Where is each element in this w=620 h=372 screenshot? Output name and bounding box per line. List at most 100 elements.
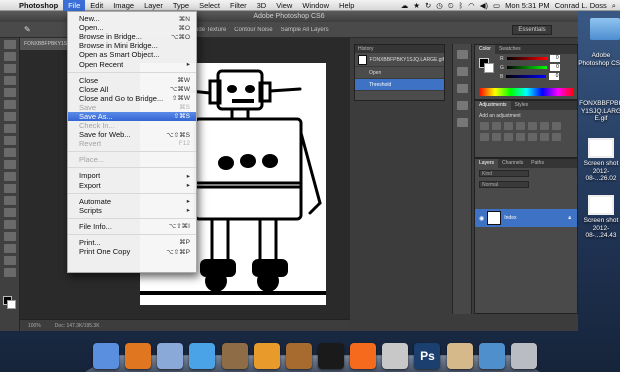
volume-icon[interactable]: ◀)	[480, 0, 488, 11]
background-color-swatch[interactable]	[7, 300, 16, 309]
magnifier-icon[interactable]: ⌕	[612, 0, 616, 11]
workspace-switcher[interactable]: Essentials	[512, 25, 552, 35]
gradient-tool-icon[interactable]	[3, 172, 16, 181]
cloud-icon[interactable]: ☁	[401, 0, 409, 11]
eye-icon[interactable]: ◉	[479, 215, 484, 222]
menubar-clock[interactable]: Mon 5:31 PM	[505, 0, 550, 11]
time-machine-icon[interactable]: ◷	[436, 0, 443, 11]
photo-filter-icon[interactable]	[492, 133, 501, 141]
menu-edit[interactable]: Edit	[85, 0, 108, 11]
file-menu-item[interactable]: Print One Copy ⌥⇧⌘P	[68, 247, 196, 256]
history-panel-title[interactable]: History	[355, 45, 444, 53]
threshold-icon[interactable]	[552, 133, 561, 141]
file-menu-item[interactable]: Close and Go to Bridge... ⇧⌘W	[68, 94, 196, 103]
battery-icon[interactable]: ▭	[493, 0, 500, 11]
brush-tool-icon[interactable]: ✎	[24, 25, 31, 34]
brightness-icon[interactable]	[480, 122, 489, 130]
file-menu-item[interactable]: Close ⌘W	[68, 76, 196, 85]
file-menu-item[interactable]: Scripts ▸	[68, 206, 196, 215]
file-menu-item[interactable]: Save As... ⇧⌘S	[68, 111, 196, 122]
tab-swatches[interactable]: Swatches	[495, 45, 525, 54]
trash-icon[interactable]	[510, 343, 537, 369]
menu-view[interactable]: View	[271, 0, 297, 11]
path-select-tool-icon[interactable]	[3, 232, 16, 241]
menu-select[interactable]: Select	[194, 0, 225, 11]
black-white-icon[interactable]	[480, 133, 489, 141]
color-spectrum[interactable]	[479, 88, 574, 96]
history-step-threshold[interactable]: Threshold	[355, 79, 444, 91]
menu-filter[interactable]: Filter	[225, 0, 252, 11]
blur-tool-icon[interactable]	[3, 184, 16, 193]
file-menu-item[interactable]: File Info... ⌥⇧⌘I	[68, 222, 196, 231]
menu-file[interactable]: File	[63, 0, 86, 11]
option-sample-all-layers[interactable]: Sample All Layers	[281, 27, 329, 33]
bluetooth-icon[interactable]: ᛒ	[459, 0, 464, 11]
file-menu-item[interactable]: New... ⌘N	[68, 14, 196, 23]
desktop-screenshot-2[interactable]: Screen shot 2012-08-...24.43	[578, 195, 620, 240]
app-menu-photoshop[interactable]: Photoshop	[14, 0, 63, 11]
tab-color[interactable]: Color	[475, 45, 495, 54]
red-slider[interactable]	[506, 57, 547, 60]
hand-tool-icon[interactable]	[3, 256, 16, 265]
blue-slider[interactable]	[506, 75, 547, 78]
character-icon[interactable]	[456, 67, 468, 76]
file-menu-item[interactable]: Open Recent ▸	[68, 59, 196, 69]
clone-stamp-tool-icon[interactable]	[3, 136, 16, 145]
history-brush-tool-icon[interactable]	[3, 148, 16, 157]
garageband-guitar-icon[interactable]	[285, 343, 312, 369]
file-menu-item[interactable]: Browse in Bridge... ⌥⌘O	[68, 32, 196, 41]
color-panel-background-swatch[interactable]	[484, 63, 494, 73]
color-balance-icon[interactable]	[552, 122, 561, 130]
desktop-screenshot-1[interactable]: Screen shot 2012-08-...26.02	[578, 138, 620, 183]
marquee-tool-icon[interactable]	[3, 52, 16, 61]
properties-icon[interactable]	[456, 118, 468, 127]
vibrance-icon[interactable]	[528, 122, 537, 130]
document-size[interactable]: Doc: 147.3K/195.3K	[55, 323, 100, 329]
brush-tool-icon[interactable]	[3, 124, 16, 133]
refresh-icon[interactable]: ↻	[425, 0, 431, 11]
zoom-tool-icon[interactable]	[3, 268, 16, 277]
file-menu-item[interactable]: Print... ⌘P	[68, 238, 196, 247]
tab-adjustments[interactable]: Adjustments	[475, 101, 511, 110]
tab-paths[interactable]: Paths	[527, 159, 548, 168]
menubar-user[interactable]: Conrad L. Doss	[555, 0, 607, 11]
info-icon[interactable]	[456, 101, 468, 110]
red-value[interactable]: 0	[549, 55, 560, 62]
type-tool-icon[interactable]	[3, 220, 16, 229]
menu-window[interactable]: Window	[297, 0, 334, 11]
crop-tool-icon[interactable]	[3, 88, 16, 97]
finder-icon[interactable]	[93, 343, 119, 369]
preview-icon[interactable]	[446, 343, 473, 369]
tab-layers[interactable]: Layers	[475, 159, 499, 168]
channel-mixer-icon[interactable]	[504, 133, 513, 141]
move-tool-icon[interactable]	[3, 40, 16, 49]
file-menu-item[interactable]: Browse in Mini Bridge...	[68, 41, 196, 50]
file-menu-item[interactable]: Save for Web... ⌥⇧⌘S	[68, 130, 196, 139]
mail-stamp-icon[interactable]	[157, 343, 184, 369]
file-menu-item[interactable]: Automate ▸	[68, 197, 196, 206]
star-icon[interactable]: ★	[413, 0, 420, 11]
script-editor-icon[interactable]	[382, 343, 409, 369]
shape-tool-icon[interactable]	[3, 244, 16, 253]
itunes-icon[interactable]	[189, 343, 216, 369]
dodge-tool-icon[interactable]	[3, 196, 16, 205]
levels-icon[interactable]	[492, 122, 501, 130]
menu-help[interactable]: Help	[334, 0, 359, 11]
option-contour-noise[interactable]: Contour Noise	[234, 27, 272, 33]
eraser-tool-icon[interactable]	[3, 160, 16, 169]
pen-tool-icon[interactable]	[3, 208, 16, 217]
menu-image[interactable]: Image	[108, 0, 139, 11]
soundcloud-icon[interactable]	[350, 343, 377, 369]
curves-icon[interactable]	[504, 122, 513, 130]
menu-3d[interactable]: 3D	[252, 0, 272, 11]
hue-saturation-icon[interactable]	[540, 122, 549, 130]
layer-row-index[interactable]: ◉ Index 🔒︎	[475, 209, 577, 227]
desktop-folder-icon[interactable]	[582, 18, 620, 42]
quick-select-tool-icon[interactable]	[3, 76, 16, 85]
blend-mode-select[interactable]: Normal	[479, 181, 529, 188]
firefox-icon[interactable]	[125, 343, 152, 369]
green-slider[interactable]	[506, 66, 547, 69]
iphoto-icon[interactable]	[221, 343, 248, 369]
brush-preset-icon[interactable]	[456, 50, 468, 59]
color-lookup-icon[interactable]	[516, 133, 525, 141]
